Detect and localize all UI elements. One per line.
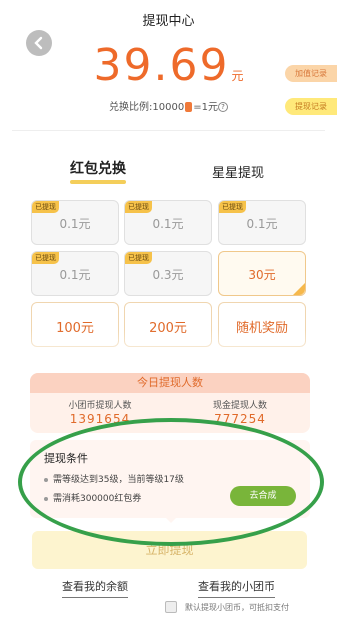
condition-row: 需消耗300000红包券 <box>44 491 141 504</box>
tab-active-underline <box>70 180 126 184</box>
condition-text: 需消耗300000红包券 <box>53 494 142 504</box>
card-value: 0.3元 <box>152 268 184 282</box>
tab-red-packet-exchange[interactable]: 红包兑换 <box>70 158 126 184</box>
amount-card[interactable]: 已提现 0.1元 <box>31 200 119 245</box>
withdraw-conditions-popup: 提现条件 需等级达到35级，当前等级17级 需消耗300000红包券 <box>30 440 310 518</box>
checkbox-label: 默认提现小团币，可抵扣支付 <box>185 602 289 612</box>
view-balance-link[interactable]: 查看我的余额 <box>62 578 128 598</box>
withdrawn-badge: 已提现 <box>125 201 152 213</box>
withdrawn-badge: 已提现 <box>32 252 59 264</box>
conditions-title: 提现条件 <box>44 452 88 465</box>
tab-star-withdraw[interactable]: 星星提现 <box>212 162 264 181</box>
balance-amount: 39.69 元 <box>0 40 337 91</box>
link-label: 查看我的余额 <box>62 580 128 593</box>
page-title: 提现中心 <box>142 14 195 29</box>
stats-header: 今日提现人数 <box>30 373 310 393</box>
withdrawn-badge: 已提现 <box>219 201 246 213</box>
balance-value: 39.69 <box>93 40 230 91</box>
withdraw-center-page: 提现中心 39.69 元 兑换比例:10000 =1元? 加值记录 提现记录 红包兑… <box>0 0 337 617</box>
selected-check-icon <box>293 283 305 295</box>
stat-label: 现金提现人数 <box>212 401 267 411</box>
ratio-suffix: =1元 <box>193 102 218 113</box>
go-synthesize-button[interactable]: 去合成 <box>230 486 296 506</box>
link-label: 查看我的小团币 <box>198 580 275 593</box>
bullet-icon <box>44 477 48 482</box>
amount-card[interactable]: 已提现 0.1元 <box>218 200 306 245</box>
divider <box>12 130 325 131</box>
card-value: 0.1元 <box>59 217 91 231</box>
condition-row: 需等级达到35级，当前等级17级 <box>44 472 184 485</box>
amount-card-selected[interactable]: 30元 <box>218 251 306 296</box>
tab-label: 红包兑换 <box>70 161 126 177</box>
link-underline <box>198 597 275 598</box>
stat-label: 小团币提现人数 <box>68 401 132 411</box>
bullet-icon <box>44 496 48 501</box>
balance-unit: 元 <box>231 69 244 83</box>
amount-card[interactable]: 已提现 0.3元 <box>124 251 212 296</box>
amount-card[interactable]: 已提现 0.1元 <box>124 200 212 245</box>
ratio-prefix: 兑换比例:10000 <box>109 102 185 113</box>
link-underline <box>62 597 128 598</box>
cash-withdraw-stat: 现金提现人数 777254 <box>170 398 310 426</box>
card-value: 30元 <box>248 268 276 282</box>
card-value: 0.1元 <box>246 217 278 231</box>
scroll-fade <box>0 330 337 370</box>
amount-card[interactable]: 已提现 0.1元 <box>31 251 119 296</box>
condition-text: 需等级达到35级，当前等级17级 <box>53 475 184 485</box>
today-withdraw-stats: 今日提现人数 小团币提现人数 1391654 现金提现人数 777254 <box>30 373 310 433</box>
default-coin-option: 默认提现小团币，可抵扣支付 <box>165 601 289 613</box>
withdrawn-badge: 已提现 <box>125 252 152 264</box>
coin-icon <box>185 102 193 112</box>
help-icon[interactable]: ? <box>217 102 228 112</box>
withdrawn-badge: 已提现 <box>32 201 59 213</box>
withdraw-now-button[interactable]: 立即提现 <box>32 531 307 569</box>
stat-value: 1391654 <box>69 412 131 426</box>
withdraw-record-button[interactable]: 提现记录 <box>285 98 337 115</box>
popup-pointer <box>164 516 178 523</box>
coin-withdraw-stat: 小团币提现人数 1391654 <box>30 398 170 426</box>
card-value: 0.1元 <box>152 217 184 231</box>
default-coin-checkbox[interactable] <box>165 601 177 613</box>
stat-value: 777254 <box>214 412 266 426</box>
card-value: 0.1元 <box>59 268 91 282</box>
add-record-button[interactable]: 加值记录 <box>285 65 337 82</box>
view-coins-link[interactable]: 查看我的小团币 <box>198 578 275 598</box>
